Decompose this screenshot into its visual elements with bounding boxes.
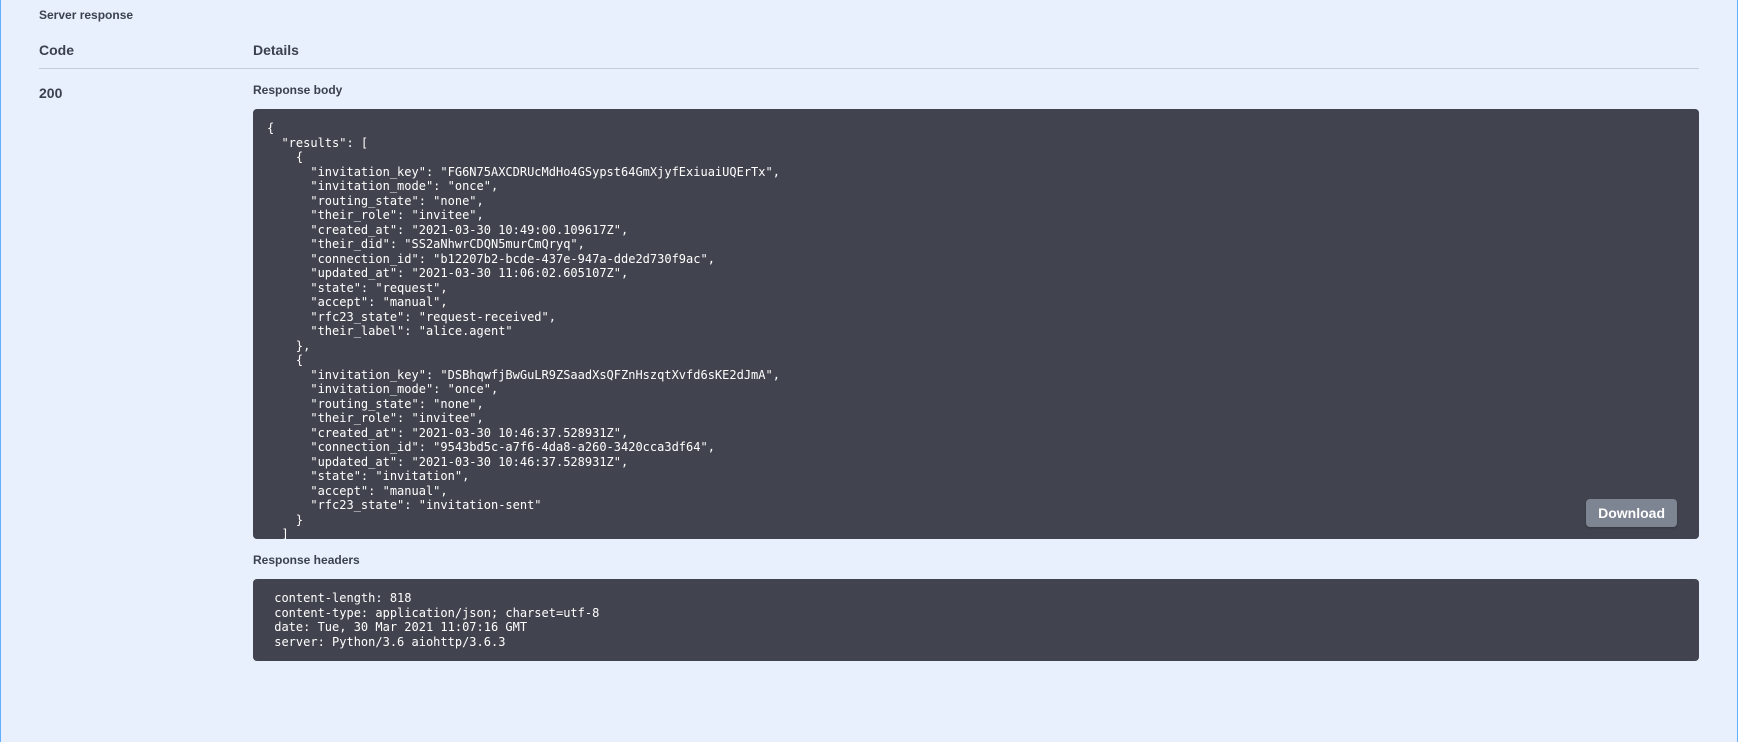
response-row: 200 Response body { "results": [ { "invi… [39, 83, 1699, 673]
response-table-header: Code Details [39, 32, 1699, 69]
download-button[interactable]: Download [1586, 499, 1677, 527]
column-code-header: Code [39, 42, 253, 58]
column-details-header: Details [253, 42, 1699, 58]
response-body-label: Response body [253, 83, 1699, 97]
server-response-heading: Server response [39, 8, 1699, 32]
response-table: Code Details 200 Response body { "result… [39, 32, 1699, 673]
response-headers: content-length: 818 content-type: applic… [253, 579, 1699, 661]
status-code: 200 [39, 83, 253, 673]
response-body[interactable]: { "results": [ { "invitation_key": "FG6N… [253, 109, 1699, 539]
response-headers-label: Response headers [253, 553, 1699, 567]
